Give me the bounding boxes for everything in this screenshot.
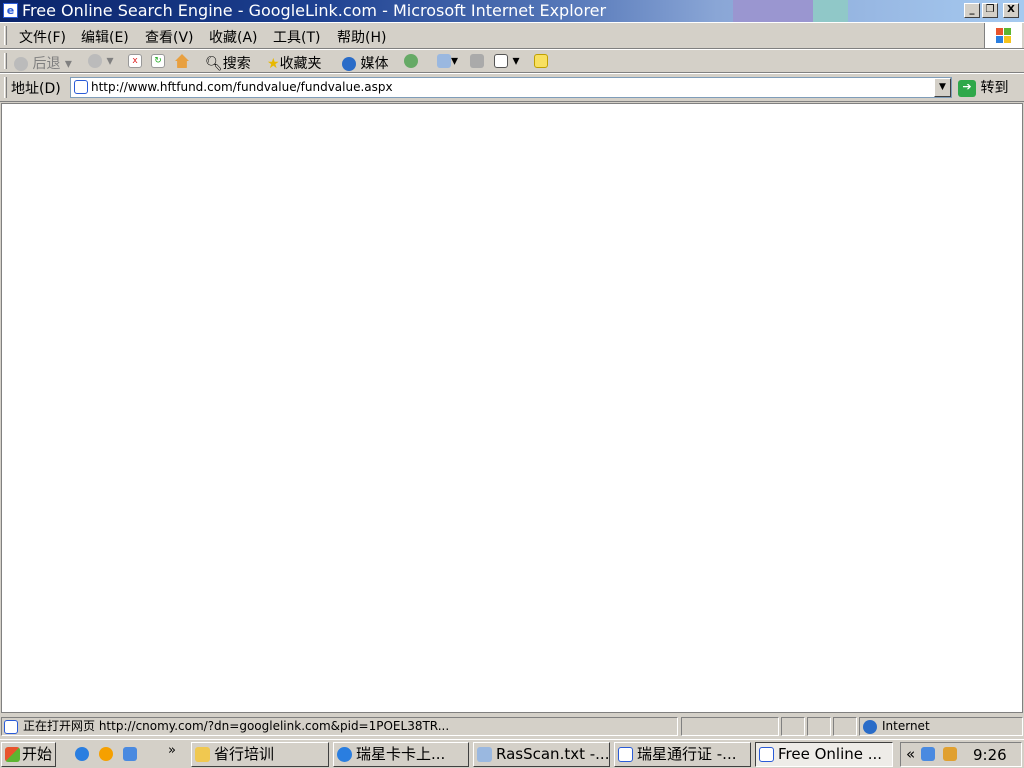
media-button[interactable]: 媒体 xyxy=(342,53,388,73)
ie-icon xyxy=(759,747,774,762)
start-label: 开始 xyxy=(22,745,53,763)
menu-bar: 文件(F) 编辑(E) 查看(V) 收藏(A) 工具(T) 帮助(H) xyxy=(0,22,1024,49)
restore-button[interactable]: ❐ xyxy=(982,3,998,18)
history-icon xyxy=(404,54,418,68)
network-icon[interactable] xyxy=(921,747,935,761)
home-icon xyxy=(175,54,189,68)
kaka-icon xyxy=(337,747,352,762)
status-text: 正在打开网页 http://cnomy.com/?dn=googlelink.c… xyxy=(23,719,450,733)
ie-icon xyxy=(618,747,633,762)
web-page-content[interactable] xyxy=(1,103,1023,713)
home-button[interactable] xyxy=(175,53,189,69)
quicklaunch-more[interactable]: » xyxy=(168,743,176,758)
stop-button[interactable]: x xyxy=(128,53,142,69)
status-bar: 正在打开网页 http://cnomy.com/?dn=googlelink.c… xyxy=(0,714,1024,738)
outlook-icon[interactable] xyxy=(123,747,137,761)
window-title: Free Online Search Engine - GoogleLink.c… xyxy=(22,1,607,20)
close-button[interactable]: X xyxy=(1003,3,1019,18)
print-icon xyxy=(470,54,484,68)
ie-quicklaunch-icon[interactable] xyxy=(75,747,89,761)
start-button[interactable]: 开始 xyxy=(1,742,56,767)
back-arrow-icon xyxy=(14,57,28,71)
forward-arrow-icon xyxy=(88,54,102,68)
address-url: http://www.hftfund.com/fundvalue/fundval… xyxy=(91,80,393,94)
address-label: 地址(D) xyxy=(11,81,61,97)
edit-icon xyxy=(494,54,508,68)
task-folder[interactable]: 省行培训 xyxy=(191,742,329,767)
menu-file[interactable]: 文件(F) xyxy=(19,27,66,47)
windows-flag-icon xyxy=(5,747,20,762)
menu-tools[interactable]: 工具(T) xyxy=(273,27,320,47)
history-button[interactable] xyxy=(404,53,418,69)
page-loading-icon xyxy=(4,720,18,734)
menu-edit[interactable]: 编辑(E) xyxy=(81,27,129,47)
stop-icon: x xyxy=(128,54,142,68)
print-button[interactable] xyxy=(470,53,484,69)
address-input[interactable]: http://www.hftfund.com/fundvalue/fundval… xyxy=(70,77,952,98)
globe-icon xyxy=(342,57,356,71)
address-dropdown[interactable]: ▼ xyxy=(934,78,951,97)
refresh-button[interactable]: ↻ xyxy=(151,53,165,69)
menu-favorites[interactable]: 收藏(A) xyxy=(209,27,258,47)
search-icon: 🔍︎ xyxy=(205,56,223,72)
menu-view[interactable]: 查看(V) xyxy=(145,27,194,47)
go-arrow-icon: ➔ xyxy=(958,79,976,97)
windows-logo-icon xyxy=(984,23,1022,48)
forward-button[interactable]: ▾ xyxy=(88,53,113,69)
edit-button[interactable]: ▾ xyxy=(494,53,519,69)
folder-icon xyxy=(195,747,210,762)
mail-icon xyxy=(437,54,451,68)
ie-icon: e xyxy=(3,3,18,18)
task-free-online[interactable]: Free Online ... xyxy=(755,742,893,767)
tray-expand[interactable]: « xyxy=(906,745,915,763)
page-icon xyxy=(74,80,88,94)
task-rasscan[interactable]: RasScan.txt -... xyxy=(473,742,610,767)
minimize-button[interactable]: _ xyxy=(964,3,980,18)
note-icon xyxy=(534,54,548,68)
progress-pane xyxy=(681,717,779,736)
menu-help[interactable]: 帮助(H) xyxy=(337,27,386,47)
refresh-icon: ↻ xyxy=(151,54,165,68)
task-rising-kaka[interactable]: 瑞星卡卡上... xyxy=(333,742,469,767)
security-shield-icon[interactable] xyxy=(943,747,957,761)
internet-zone-icon xyxy=(863,720,877,734)
task-rising-passport[interactable]: 瑞星通行证 -... xyxy=(614,742,751,767)
star-icon: ★ xyxy=(267,56,280,72)
clock[interactable]: 9:26 xyxy=(973,746,1007,764)
title-bar[interactable]: e Free Online Search Engine - GoogleLink… xyxy=(0,0,1024,22)
search-button[interactable]: 🔍︎搜索 xyxy=(205,53,251,73)
media-player-icon[interactable] xyxy=(99,747,113,761)
zone-label: Internet xyxy=(882,719,930,733)
back-button[interactable]: 后退 ▾ xyxy=(14,53,72,73)
messenger-button[interactable] xyxy=(534,53,548,69)
go-label: 转到 xyxy=(980,80,1009,96)
system-tray: « 9:26 xyxy=(900,742,1022,767)
toolbar: 后退 ▾ ▾ x ↻ 🔍︎搜索 ★收藏夹 媒体 ▾ ▾ xyxy=(0,49,1024,73)
taskbar: 开始 » 省行培训 瑞星卡卡上... RasScan.txt -... 瑞星通行… xyxy=(0,739,1024,768)
favorites-button[interactable]: ★收藏夹 xyxy=(267,53,322,73)
mail-button[interactable]: ▾ xyxy=(437,53,458,69)
go-button[interactable]: ➔ 转到 xyxy=(958,77,1008,97)
notepad-icon xyxy=(477,747,492,762)
